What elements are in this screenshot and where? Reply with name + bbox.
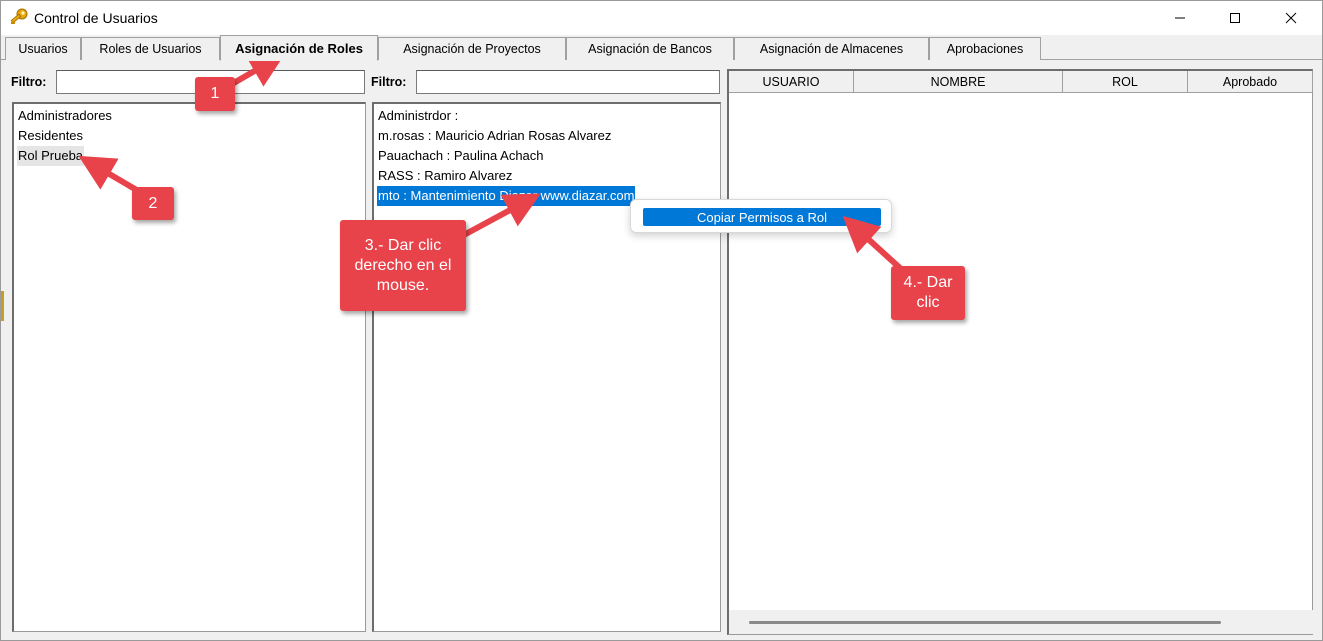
callout-1: 1	[195, 77, 235, 111]
column-rol[interactable]: ROL	[1063, 71, 1188, 93]
users-list[interactable]: Administrdor : m.rosas : Mauricio Adrian…	[372, 102, 721, 632]
callout-4: 4.- Dar clic	[891, 266, 965, 320]
horizontal-scrollbar[interactable]	[729, 610, 1313, 634]
column-nombre[interactable]: NOMBRE	[854, 71, 1063, 93]
close-button[interactable]	[1263, 1, 1319, 35]
tab-asignacion-de-almacenes[interactable]: Asignación de Almacenes	[734, 37, 929, 60]
callout-3: 3.- Dar clic derecho en el mouse.	[340, 220, 466, 311]
users-filter-label: Filtro:	[371, 75, 407, 89]
close-icon	[1285, 12, 1297, 24]
role-item-residentes[interactable]: Residentes	[17, 126, 84, 146]
column-usuario[interactable]: USUARIO	[729, 71, 854, 93]
user-item[interactable]: Pauachach : Paulina Achach	[377, 146, 545, 166]
window-title: Control de Usuarios	[34, 10, 158, 26]
minimize-button[interactable]	[1152, 1, 1208, 35]
tab-strip: Usuarios Roles de Usuarios Asignación de…	[1, 35, 1322, 61]
user-item[interactable]: m.rosas : Mauricio Adrian Rosas Alvarez	[377, 126, 612, 146]
column-aprobado[interactable]: Aprobado	[1188, 71, 1313, 93]
maximize-icon	[1230, 13, 1240, 23]
roles-list[interactable]: Administradores Residentes Rol Prueba	[12, 102, 366, 632]
context-menu: Copiar Permisos a Rol	[630, 199, 892, 233]
tab-asignacion-de-proyectos[interactable]: Asignación de Proyectos	[378, 37, 566, 60]
minimize-icon	[1175, 17, 1185, 19]
user-item-selected[interactable]: mto : Mantenimiento Diazar www.diazar.co…	[375, 185, 637, 207]
tab-usuarios[interactable]: Usuarios	[5, 37, 81, 60]
role-item-rol-prueba[interactable]: Rol Prueba	[17, 146, 85, 166]
tab-asignacion-de-bancos[interactable]: Asignación de Bancos	[566, 37, 734, 60]
maximize-button[interactable]	[1207, 1, 1263, 35]
role-item-administradores[interactable]: Administradores	[17, 106, 113, 126]
assignment-grid[interactable]: USUARIO NOMBRE ROL Aprobado	[727, 69, 1313, 635]
menu-item-copiar-permisos[interactable]: Copiar Permisos a Rol	[643, 208, 881, 226]
key-icon	[9, 8, 29, 28]
roles-filter-label: Filtro:	[11, 75, 47, 89]
users-filter-input[interactable]	[416, 70, 720, 94]
user-item[interactable]: Administrdor :	[377, 106, 459, 126]
tab-aprobaciones[interactable]: Aprobaciones	[929, 37, 1041, 60]
grid-header: USUARIO NOMBRE ROL Aprobado	[729, 71, 1313, 93]
tab-roles-de-usuarios[interactable]: Roles de Usuarios	[81, 37, 220, 60]
scrollbar-thumb[interactable]	[749, 621, 1221, 624]
callout-2: 2	[132, 187, 174, 220]
title-bar: Control de Usuarios	[1, 1, 1322, 35]
background-window-edge	[1, 291, 4, 321]
user-item[interactable]: RASS : Ramiro Alvarez	[377, 166, 513, 186]
tab-asignacion-de-roles[interactable]: Asignación de Roles	[220, 35, 378, 61]
